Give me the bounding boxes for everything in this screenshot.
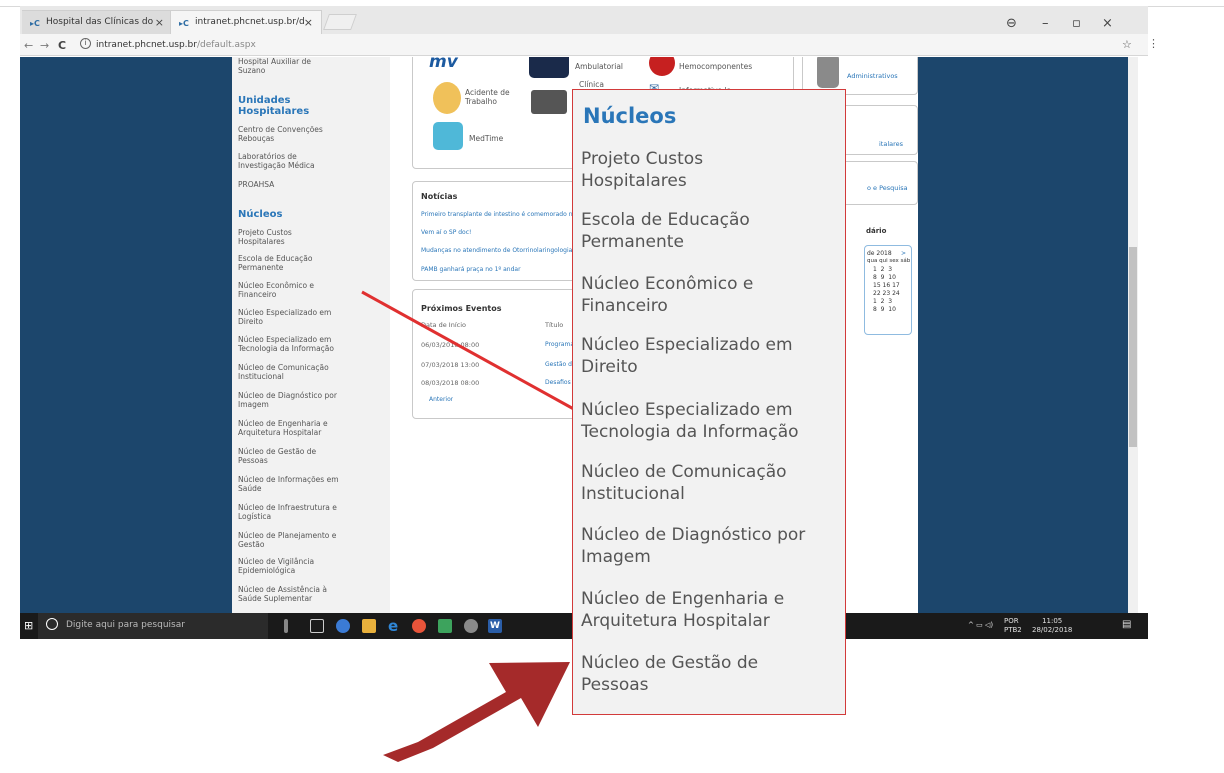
item-line: Projeto Custos <box>581 149 704 169</box>
popup-menu-item[interactable]: Núcleo Especializado em Tecnologia da Inf… <box>581 399 843 443</box>
annotation-line <box>361 290 591 420</box>
item-line: Núcleo Especializado em <box>581 335 793 355</box>
item-line: Permanente <box>581 232 684 252</box>
popup-menu-item[interactable]: Núcleo Especializado em Direito <box>581 334 843 378</box>
item-line: Núcleo de Gestão de <box>581 653 759 673</box>
item-line: Núcleo de Comunicação <box>581 462 787 482</box>
screenshot-stage: ▸C Hospital das Clínicas do × ▸C intrane… <box>0 0 1224 773</box>
annotation-arrow-icon <box>383 662 570 762</box>
item-line: Direito <box>581 357 638 377</box>
popup-menu-item[interactable]: Escola de Educação Permanente <box>581 209 843 253</box>
item-line: Hospitalares <box>581 171 687 191</box>
item-line: Arquitetura Hospitalar <box>581 611 770 631</box>
item-line: Institucional <box>581 484 685 504</box>
item-line: Núcleo Econômico e <box>581 274 754 294</box>
popup-menu-item[interactable]: Núcleo Econômico e Financeiro <box>581 273 843 317</box>
item-line: Núcleo de Diagnóstico por <box>581 525 806 545</box>
popup-menu-item[interactable]: Projeto Custos Hospitalares <box>581 148 843 192</box>
popup-menu-item[interactable]: Núcleo de Gestão de Pessoas <box>581 652 843 696</box>
item-line: Imagem <box>581 547 651 567</box>
item-line: Tecnologia da Informação <box>581 422 799 442</box>
popup-menu-item[interactable]: Núcleo de Diagnóstico por Imagem <box>581 524 843 568</box>
item-line: Pessoas <box>581 675 649 695</box>
item-line: Financeiro <box>581 296 668 316</box>
popup-menu-item[interactable]: Núcleo de Comunicação Institucional <box>581 461 843 505</box>
item-line: Núcleo de Engenharia e <box>581 589 785 609</box>
popup-menu-item[interactable]: Núcleo de Engenharia e Arquitetura Hospit… <box>581 588 843 632</box>
nucleos-zoom-popup: Núcleos Projeto Custos Hospitalares Escol… <box>572 89 846 715</box>
item-line: Escola de Educação <box>581 210 750 230</box>
item-line: Núcleo Especializado em <box>581 400 793 420</box>
popup-heading: Núcleos <box>583 104 677 128</box>
